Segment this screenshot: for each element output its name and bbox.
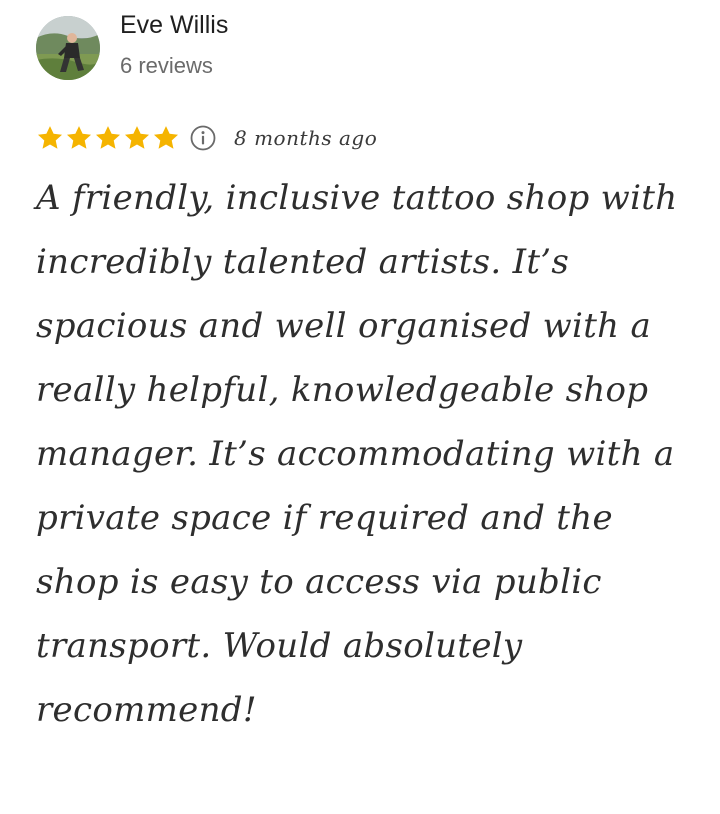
star-icon (66, 126, 92, 149)
review-time: 8 months ago (234, 126, 378, 150)
review-text: A friendly, inclusive tattoo shop with i… (36, 178, 678, 730)
star-icon (124, 126, 150, 149)
review-count: 6 reviews (120, 53, 213, 78)
star-rating (36, 124, 181, 152)
review-card: Eve Willis 6 reviews 8 months ago A frie… (0, 0, 720, 814)
info-icon[interactable] (189, 124, 217, 152)
star-icon (153, 126, 179, 149)
reviewer-header[interactable]: Eve Willis 6 reviews (36, 11, 228, 80)
star-icon (37, 126, 63, 149)
rating-row: 8 months ago (36, 122, 377, 154)
star-icon (95, 126, 121, 149)
reviewer-meta: Eve Willis 6 reviews (120, 10, 228, 80)
reviewer-name[interactable]: Eve Willis (120, 10, 228, 40)
avatar[interactable] (36, 16, 100, 80)
avatar-photo (36, 16, 100, 80)
